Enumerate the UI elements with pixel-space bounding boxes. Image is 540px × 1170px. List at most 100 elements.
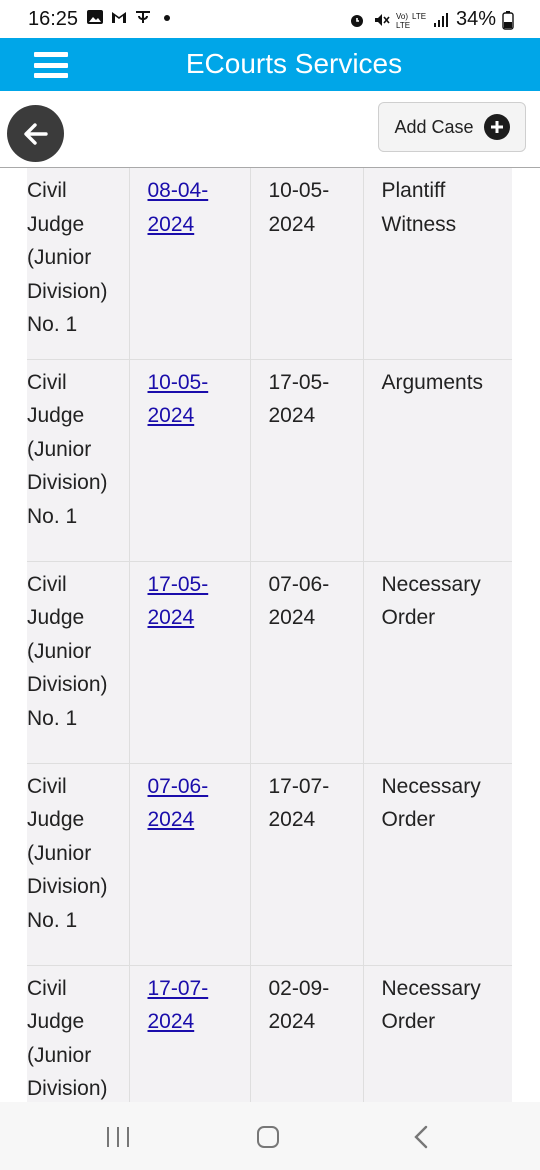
nav-back-icon[interactable] bbox=[412, 1124, 430, 1150]
date-link-text[interactable]: 2024 bbox=[148, 404, 195, 427]
date-link-text[interactable]: 08-04- bbox=[148, 179, 209, 202]
cell-text: 2024 bbox=[268, 404, 316, 427]
cell-text: Division) bbox=[27, 673, 108, 696]
purpose-cell: Necessary Order bbox=[363, 561, 512, 764]
hearing-date-cell: 02-09- 2024 bbox=[250, 965, 364, 1102]
purpose-cell: Necessary Order bbox=[363, 965, 512, 1102]
court-cell: Civil Judge (Junior Division) No. 1 bbox=[27, 763, 130, 966]
status-time: 16:25 bbox=[28, 8, 79, 30]
cell-text: No. 1 bbox=[27, 313, 78, 336]
cell-text: Division) bbox=[27, 471, 108, 494]
notification-icons bbox=[86, 8, 176, 26]
cell-text: 2024 bbox=[268, 212, 316, 236]
court-cell: Civil Judge (Junior Division) No. 1 bbox=[27, 561, 130, 764]
business-date-link[interactable]: 17-05- 2024 bbox=[129, 561, 251, 764]
table-row: Civil Judge (Junior Division) No. 1 07-06- 202… bbox=[27, 763, 512, 966]
back-button[interactable] bbox=[7, 105, 64, 162]
battery-text: 34% bbox=[455, 8, 496, 30]
arrow-left-icon bbox=[23, 122, 48, 145]
court-cell: Civil Judge (Junior Division) No. 1 bbox=[27, 359, 130, 562]
cell-text: (Junior bbox=[27, 246, 92, 269]
cell-text: 2024 bbox=[268, 808, 316, 831]
status-right: Vo)LTELTE+ 34% bbox=[348, 8, 514, 31]
cell-text: Judge bbox=[27, 404, 85, 427]
cell-text: No. 1 bbox=[27, 908, 78, 932]
date-link-text[interactable]: 17-07- bbox=[148, 977, 209, 1000]
court-cell: Civil Judge (Junior Division) No. 1 bbox=[27, 168, 130, 360]
cell-text: Civil bbox=[27, 572, 67, 596]
date-link-text[interactable]: 10-05- bbox=[148, 371, 209, 394]
table-row: Civil Judge (Junior Division) No. 1 10-05- 202… bbox=[27, 359, 512, 562]
case-history-table: Civil Judge (Junior Division) No. 1 08-04- 202… bbox=[27, 168, 512, 1102]
cell-text: Arguments bbox=[381, 370, 484, 394]
business-date-link[interactable]: 17-07- 2024 bbox=[129, 965, 251, 1102]
cell-text: Civil bbox=[27, 976, 67, 1000]
app-title: ECourts Services bbox=[185, 48, 403, 79]
date-link-text[interactable]: 2024 bbox=[148, 213, 195, 236]
table-row: Civil Judge (Junior Division) 17-07- 2024 02-0… bbox=[27, 965, 512, 1102]
cell-text: (Junior bbox=[27, 639, 92, 663]
cell-text: Necessary bbox=[381, 976, 481, 1000]
cell-text: Judge bbox=[27, 212, 85, 236]
cell-text: No. 1 bbox=[27, 706, 78, 730]
toolbar: Add Case bbox=[0, 91, 540, 168]
svg-text:Vo): Vo) bbox=[396, 12, 408, 21]
app-notification-icon bbox=[136, 11, 150, 23]
cell-text: (Junior bbox=[27, 437, 92, 461]
cell-text: Civil bbox=[27, 774, 67, 798]
svg-text:LTE: LTE bbox=[396, 21, 410, 29]
cell-text: Plantiff bbox=[381, 179, 446, 202]
hearing-date-cell: 17-05- 2024 bbox=[250, 359, 364, 562]
cell-text: 17-05- bbox=[268, 370, 330, 394]
gmail-icon bbox=[112, 12, 126, 23]
date-link-text[interactable]: 2024 bbox=[148, 1010, 195, 1033]
signal-icon bbox=[433, 12, 448, 27]
battery-icon bbox=[502, 10, 514, 30]
cell-text: 10-05- bbox=[268, 179, 330, 202]
app-header: ECourts Services bbox=[0, 38, 540, 91]
cell-text: No. 1 bbox=[27, 504, 78, 528]
cell-text: Necessary bbox=[381, 572, 481, 596]
cell-text: 02-09- bbox=[268, 976, 330, 1000]
business-date-link[interactable]: 10-05- 2024 bbox=[129, 359, 251, 562]
business-date-link[interactable]: 08-04- 2024 bbox=[129, 168, 251, 360]
cell-text: Order bbox=[381, 606, 436, 629]
network-icon: Vo)LTELTE+ bbox=[396, 12, 426, 29]
cell-text: Witness bbox=[381, 212, 457, 236]
gallery-icon bbox=[87, 10, 103, 24]
date-link-text[interactable]: 07-06- bbox=[148, 775, 209, 798]
date-link-text[interactable]: 2024 bbox=[148, 606, 195, 629]
dot-icon bbox=[164, 15, 170, 21]
status-bar: 16:25 Vo)LTELTE+ 34% bbox=[0, 0, 540, 38]
table-row: Civil Judge (Junior Division) No. 1 17-05- 202… bbox=[27, 561, 512, 764]
cell-text: Order bbox=[381, 808, 436, 831]
cell-text: (Junior bbox=[27, 841, 92, 865]
cell-text: 07-06- bbox=[268, 572, 330, 596]
cell-text: Judge bbox=[27, 606, 85, 629]
add-case-button[interactable]: Add Case bbox=[378, 102, 526, 152]
home-icon[interactable] bbox=[257, 1126, 279, 1148]
alarm-icon bbox=[350, 14, 363, 27]
case-history-table-container[interactable]: Civil Judge (Junior Division) No. 1 08-04- 202… bbox=[0, 168, 540, 1102]
hearing-date-cell: 17-07- 2024 bbox=[250, 763, 364, 966]
cell-text: 2024 bbox=[268, 606, 316, 629]
plus-circle-icon bbox=[483, 114, 510, 140]
court-cell: Civil Judge (Junior Division) bbox=[27, 965, 130, 1102]
business-date-link[interactable]: 07-06- 2024 bbox=[129, 763, 251, 966]
cell-text: Order bbox=[381, 1010, 436, 1033]
cell-text: Civil bbox=[27, 179, 67, 202]
purpose-cell: Arguments bbox=[363, 359, 512, 562]
cell-text: Division) bbox=[27, 875, 108, 898]
hearing-date-cell: 10-05- 2024 bbox=[250, 168, 364, 360]
cell-text: Judge bbox=[27, 808, 85, 831]
date-link-text[interactable]: 2024 bbox=[148, 808, 195, 831]
recent-apps-icon[interactable] bbox=[107, 1127, 129, 1147]
date-link-text[interactable]: 17-05- bbox=[148, 573, 209, 596]
cell-text: Civil bbox=[27, 370, 67, 394]
mute-icon bbox=[374, 13, 390, 26]
cell-text: 17-07- bbox=[268, 774, 330, 798]
add-case-label: Add Case bbox=[394, 116, 474, 137]
cell-text: Division) bbox=[27, 279, 108, 303]
svg-text:LTE+: LTE+ bbox=[412, 12, 426, 21]
purpose-cell: Plantiff Witness bbox=[363, 168, 512, 360]
